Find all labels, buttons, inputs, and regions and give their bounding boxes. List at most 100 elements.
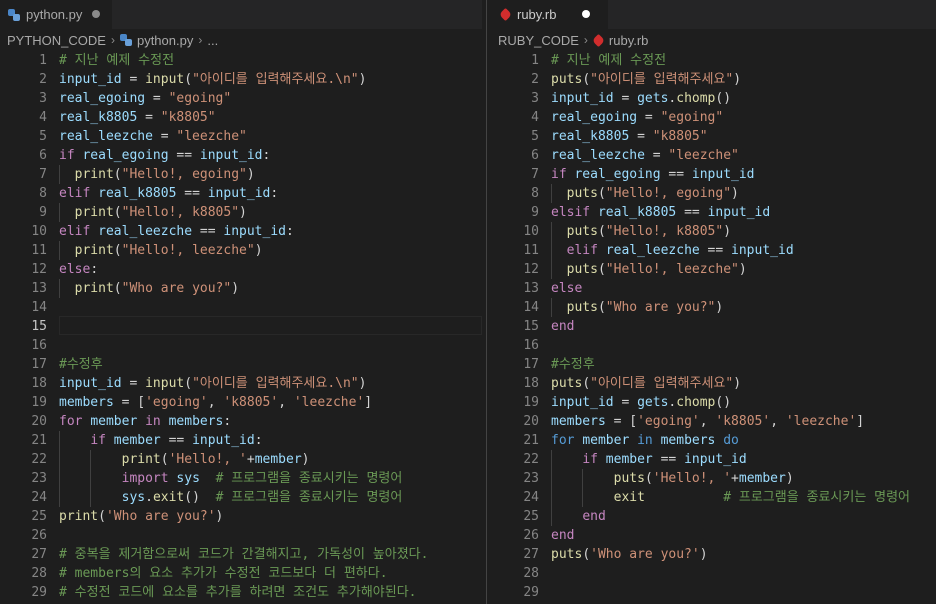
tab-ruby-rb[interactable]: ruby.rb <box>492 0 608 29</box>
editor-split-sash[interactable] <box>486 0 487 604</box>
code-line[interactable]: 18 input_id = input("아이디를 입력해주세요.\n") <box>0 374 482 393</box>
code-line[interactable]: 27 puts('Who are you?') <box>492 545 936 564</box>
code-token: , <box>207 395 224 410</box>
code-line[interactable]: 20 for member in members: <box>0 412 482 431</box>
code-line[interactable]: 29 # 수정전 코드에 요소를 추가를 하려면 조건도 추가해야된다. <box>0 583 482 602</box>
code-line[interactable]: 12 puts("Hello!, leezche") <box>492 260 936 279</box>
code-line[interactable]: 27 # 중복을 제거함으로써 코드가 간결해지고, 가독성이 높아졌다. <box>0 545 482 564</box>
code-line[interactable]: 12 else: <box>0 260 482 279</box>
code-token: elsif <box>551 205 598 220</box>
code-line[interactable]: 1 # 지난 예제 수정전 <box>0 51 482 70</box>
code-line[interactable]: 26 <box>0 526 482 545</box>
unsaved-dot-icon[interactable] <box>92 10 100 18</box>
code-line[interactable]: 16 <box>0 336 482 355</box>
line-number: 15 <box>31 319 47 334</box>
code-line[interactable]: 21 if member == input_id: <box>0 431 482 450</box>
unsaved-dot-icon[interactable] <box>582 10 590 18</box>
code-line[interactable]: 28 # members의 요소 추가가 수정전 코드보다 더 편하다. <box>0 564 482 583</box>
code-line[interactable]: 13 else <box>492 279 936 298</box>
code-line[interactable]: 11 elif real_leezche == input_id <box>492 241 936 260</box>
breadcrumb-more[interactable]: ... <box>207 33 218 48</box>
code-line[interactable]: 11 print("Hello!, leezche") <box>0 241 482 260</box>
code-token: gets <box>637 91 669 106</box>
code-line[interactable]: 23 import sys # 프로그램을 종료시키는 명령어 <box>0 469 482 488</box>
code-line[interactable]: 16 <box>492 336 936 355</box>
code-line[interactable]: 17 #수정후 <box>492 355 936 374</box>
code-token: "k8805" <box>160 110 216 125</box>
code-line[interactable]: 26 end <box>492 526 936 545</box>
code-editor[interactable]: 1 # 지난 예제 수정전 2 input_id = input("아이디를 입력해주… <box>0 51 482 604</box>
code-line[interactable]: 3 real_egoing = "egoing" <box>0 89 482 108</box>
code-text: if real_egoing == input_id <box>551 165 755 184</box>
code-line[interactable]: 22 print('Hello!, '+member) <box>0 450 482 469</box>
code-token: print <box>74 167 114 182</box>
code-line[interactable]: 4 real_egoing = "egoing" <box>492 108 936 127</box>
code-line[interactable]: 3 input_id = gets.chomp() <box>492 89 936 108</box>
line-number: 23 <box>523 471 539 486</box>
code-token: real_leezche <box>98 224 193 239</box>
code-line[interactable]: 19 members = ['egoing', 'k8805', 'leezche… <box>0 393 482 412</box>
line-number: 14 <box>31 300 47 315</box>
code-token: ] <box>364 395 373 410</box>
line-number: 10 <box>523 224 539 239</box>
code-token: == <box>699 243 732 258</box>
line-number: 3 <box>531 91 539 106</box>
code-line[interactable]: 7 if real_egoing == input_id <box>492 165 936 184</box>
code-token: == <box>652 452 685 467</box>
line-number: 22 <box>31 452 47 467</box>
code-line[interactable]: 9 print("Hello!, k8805") <box>0 203 482 222</box>
code-line[interactable]: 24 exit # 프로그램을 종료시키는 명령어 <box>492 488 936 507</box>
code-line[interactable]: 18 puts("아이디를 입력해주세요") <box>492 374 936 393</box>
breadcrumb-file[interactable]: python.py <box>119 33 193 48</box>
code-line[interactable]: 24 sys.exit() # 프로그램을 종료시키는 명령어 <box>0 488 482 507</box>
code-line[interactable]: 29 <box>492 583 936 602</box>
code-line[interactable]: 9 elsif real_k8805 == input_id <box>492 203 936 222</box>
code-line[interactable]: 2 puts("아이디를 입력해주세요") <box>492 70 936 89</box>
line-number: 10 <box>31 224 47 239</box>
code-line[interactable]: 25 print('Who are you?') <box>0 507 482 526</box>
code-token: ) <box>358 72 367 87</box>
code-line[interactable]: 2 input_id = input("아이디를 입력해주세요.\n") <box>0 70 482 89</box>
code-line[interactable]: 15 <box>0 316 482 336</box>
code-line[interactable]: 19 input_id = gets.chomp() <box>492 393 936 412</box>
code-token: real_leezche <box>551 148 645 163</box>
code-line[interactable]: 10 puts("Hello!, k8805") <box>492 222 936 241</box>
code-line[interactable]: 1 # 지난 예제 수정전 <box>492 51 936 70</box>
code-line[interactable]: 7 print("Hello!, egoing") <box>0 165 482 184</box>
line-number: 20 <box>31 414 47 429</box>
code-text: if member == input_id <box>551 450 746 469</box>
code-line[interactable]: 21 for member in members do <box>492 431 936 450</box>
code-line[interactable]: 8 puts("Hello!, egoing") <box>492 184 936 203</box>
code-line[interactable]: 20 members = ['egoing', 'k8805', 'leezche… <box>492 412 936 431</box>
code-line[interactable]: 6 real_leezche = "leezche" <box>492 146 936 165</box>
code-line[interactable]: 15 end <box>492 317 936 336</box>
code-line[interactable]: 17 #수정후 <box>0 355 482 374</box>
code-line[interactable]: 8 elif real_k8805 == input_id: <box>0 184 482 203</box>
code-line[interactable]: 23 puts('Hello!, '+member) <box>492 469 936 488</box>
code-line[interactable]: 25 end <box>492 507 936 526</box>
code-line[interactable]: 22 if member == input_id <box>492 450 936 469</box>
code-text: real_k8805 = "k8805" <box>59 108 216 127</box>
code-line[interactable]: 14 <box>0 298 482 317</box>
code-text: print('Who are you?') <box>59 507 223 526</box>
breadcrumb-file[interactable]: ruby.rb <box>591 33 648 48</box>
code-line[interactable]: 13 print("Who are you?") <box>0 279 482 298</box>
line-number: 19 <box>523 395 539 410</box>
code-token: ( <box>597 300 606 315</box>
code-line[interactable]: 5 real_k8805 = "k8805" <box>492 127 936 146</box>
code-token: real_k8805 <box>551 129 630 144</box>
breadcrumb-folder[interactable]: RUBY_CODE <box>498 33 579 48</box>
code-line[interactable]: 4 real_k8805 = "k8805" <box>0 108 482 127</box>
code-line[interactable]: 10 elif real_leezche == input_id: <box>0 222 482 241</box>
tab-python-py[interactable]: python.py <box>0 0 112 29</box>
breadcrumb-folder[interactable]: PYTHON_CODE <box>7 33 106 48</box>
code-line[interactable]: 6 if real_egoing == input_id: <box>0 146 482 165</box>
code-line[interactable]: 28 <box>492 564 936 583</box>
code-editor[interactable]: 1 # 지난 예제 수정전 2 puts("아이디를 입력해주세요") 3 input_i… <box>492 51 936 604</box>
tab-bar: python.py <box>0 0 482 29</box>
code-line[interactable]: 14 puts("Who are you?") <box>492 298 936 317</box>
code-line[interactable]: 5 real_leezche = "leezche" <box>0 127 482 146</box>
